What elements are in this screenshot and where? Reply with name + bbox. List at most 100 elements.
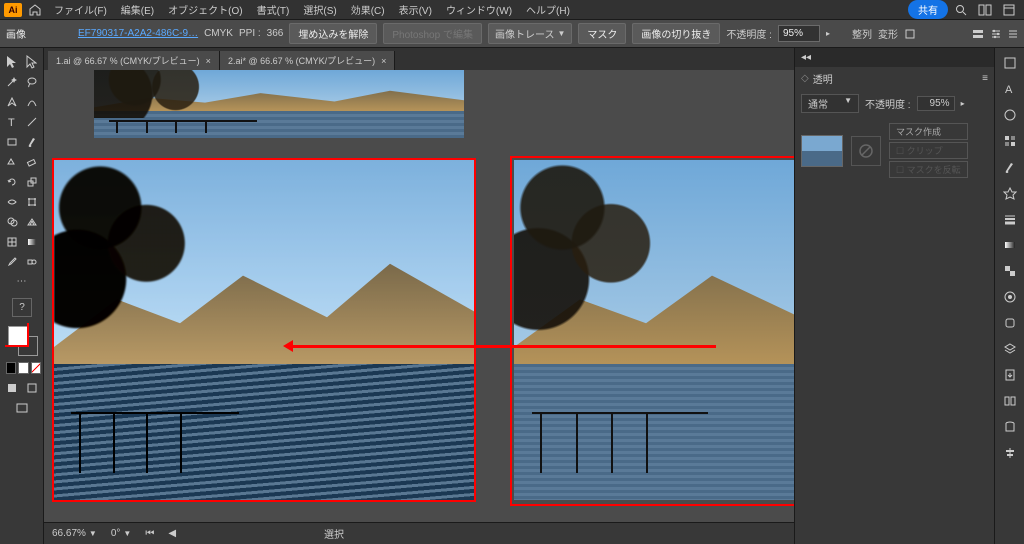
gradient-mode-icon[interactable] xyxy=(18,362,28,374)
more-tools-icon[interactable]: ⋯ xyxy=(2,272,41,291)
selection-tool[interactable] xyxy=(2,52,21,71)
fill-stroke-swatches[interactable] xyxy=(2,324,41,360)
brushes-panel-icon[interactable] xyxy=(1001,158,1019,176)
ppi-value: 366 xyxy=(267,28,284,39)
panel-opacity-field[interactable]: 95% xyxy=(917,96,955,111)
graphic-styles-icon[interactable] xyxy=(1001,314,1019,332)
color-mode-icon[interactable] xyxy=(6,362,16,374)
preferences-icon[interactable] xyxy=(990,28,1002,40)
eraser-tool[interactable] xyxy=(22,152,41,171)
document-tab-2[interactable]: 2.ai* @ 66.67 % (CMYK/プレビュー) × xyxy=(220,51,395,70)
symbols-panel-icon[interactable] xyxy=(1001,184,1019,202)
shape-builder-tool[interactable] xyxy=(2,212,21,231)
paintbrush-tool[interactable] xyxy=(22,132,41,151)
magic-wand-tool[interactable] xyxy=(2,72,21,91)
type-tool[interactable]: T xyxy=(2,112,21,131)
appearance-panel-icon[interactable] xyxy=(1001,288,1019,306)
search-icon[interactable] xyxy=(950,2,972,18)
panel-menu-icon[interactable] xyxy=(1008,28,1018,40)
artboard-nav-prev[interactable]: ◀ xyxy=(168,528,176,539)
unembed-button[interactable]: 埋め込みを解除 xyxy=(289,23,377,44)
gradient-tool[interactable] xyxy=(22,232,41,251)
none-mode-icon[interactable] xyxy=(31,362,41,374)
menu-file[interactable]: ファイル(F) xyxy=(48,0,113,20)
menu-view[interactable]: 表示(V) xyxy=(393,0,438,20)
help-icon[interactable]: ? xyxy=(12,298,32,317)
menu-help[interactable]: ヘルプ(H) xyxy=(520,0,576,20)
rotate-tool[interactable] xyxy=(2,172,21,191)
rectangle-tool[interactable] xyxy=(2,132,21,151)
swatches-panel-icon[interactable] xyxy=(1001,132,1019,150)
blend-mode-dropdown[interactable]: 通常▼ xyxy=(801,94,859,113)
rotation-dropdown[interactable]: 0°▼ xyxy=(111,528,131,539)
transform-panel-icon[interactable] xyxy=(904,28,916,40)
image-trace-label: 画像トレース xyxy=(495,26,555,41)
layers-panel-icon[interactable] xyxy=(1001,340,1019,358)
libraries-panel-icon[interactable] xyxy=(1001,418,1019,436)
linked-file-name[interactable]: EF790317-A2A2-486C-9… xyxy=(78,28,198,39)
menu-type[interactable]: 書式(T) xyxy=(251,0,296,20)
text-styles-icon[interactable]: A xyxy=(1001,80,1019,98)
panel-collapse-icon[interactable]: ◂◂ xyxy=(801,52,811,63)
transparency-panel-icon[interactable] xyxy=(1001,262,1019,280)
arrange-documents-icon[interactable] xyxy=(974,2,996,18)
workspace-icon[interactable] xyxy=(998,2,1020,18)
object-thumbnail[interactable] xyxy=(801,135,843,167)
curvature-tool[interactable] xyxy=(22,92,41,111)
chevron-down-icon: ▼ xyxy=(557,29,565,38)
mask-thumbnail[interactable] xyxy=(851,136,881,166)
make-mask-button[interactable]: マスク作成 xyxy=(889,123,968,140)
menu-window[interactable]: ウィンドウ(W) xyxy=(440,0,518,20)
control-bar: 画像 EF790317-A2A2-486C-9… CMYK PPI : 366 … xyxy=(0,20,1024,48)
line-tool[interactable] xyxy=(22,112,41,131)
align-panel-icon[interactable] xyxy=(1001,444,1019,462)
app-logo: Ai xyxy=(4,3,22,17)
zoom-dropdown[interactable]: 66.67%▼ xyxy=(52,528,97,539)
draw-normal-icon[interactable] xyxy=(2,378,21,397)
pen-tool[interactable] xyxy=(2,92,21,111)
lasso-tool[interactable] xyxy=(22,72,41,91)
isolation-mode-icon[interactable] xyxy=(972,28,984,40)
artboard-right[interactable] xyxy=(514,160,794,500)
document-tab-1[interactable]: 1.ai @ 66.67 % (CMYK/プレビュー) × xyxy=(48,51,220,70)
panel-tab-transparency[interactable]: 透明 xyxy=(813,71,833,86)
blend-tool[interactable] xyxy=(22,252,41,271)
mask-button[interactable]: マスク xyxy=(578,23,626,44)
direct-selection-tool[interactable] xyxy=(22,52,41,71)
home-icon[interactable] xyxy=(24,2,46,18)
menu-select[interactable]: 選択(S) xyxy=(297,0,342,20)
scale-tool[interactable] xyxy=(22,172,41,191)
menu-edit[interactable]: 編集(E) xyxy=(115,0,160,20)
artboards-panel-icon[interactable] xyxy=(1001,392,1019,410)
draw-behind-icon[interactable] xyxy=(22,378,41,397)
screen-mode-icon[interactable] xyxy=(2,398,41,417)
gradient-panel-icon[interactable] xyxy=(1001,236,1019,254)
menu-effect[interactable]: 効果(C) xyxy=(345,0,391,20)
panel-menu-icon[interactable]: ≡ xyxy=(982,73,988,84)
crop-image-button[interactable]: 画像の切り抜き xyxy=(632,23,720,44)
perspective-grid-tool[interactable] xyxy=(22,212,41,231)
properties-panel-icon[interactable] xyxy=(1001,54,1019,72)
color-panel-icon[interactable] xyxy=(1001,106,1019,124)
ppi-label: PPI : xyxy=(239,28,261,39)
artboard-left[interactable] xyxy=(54,160,474,500)
mesh-tool[interactable] xyxy=(2,232,21,251)
placed-image-top[interactable] xyxy=(94,70,464,138)
free-transform-tool[interactable] xyxy=(22,192,41,211)
width-tool[interactable] xyxy=(2,192,21,211)
eyedropper-tool[interactable] xyxy=(2,252,21,271)
canvas[interactable] xyxy=(44,70,794,522)
artboard-nav-first[interactable]: ⏮ xyxy=(145,528,154,539)
shaper-tool[interactable] xyxy=(2,152,21,171)
close-icon[interactable]: × xyxy=(381,56,386,66)
asset-export-icon[interactable] xyxy=(1001,366,1019,384)
opacity-chevron-icon[interactable]: ▸ xyxy=(826,29,830,38)
stroke-panel-icon[interactable] xyxy=(1001,210,1019,228)
share-button[interactable]: 共有 xyxy=(908,0,948,19)
opacity-field[interactable]: 95% xyxy=(778,25,820,42)
fill-swatch[interactable] xyxy=(8,326,28,346)
image-trace-dropdown[interactable]: 画像トレース ▼ xyxy=(488,23,572,44)
menu-object[interactable]: オブジェクト(O) xyxy=(162,0,248,20)
chevron-right-icon[interactable]: ▸ xyxy=(961,99,965,108)
close-icon[interactable]: × xyxy=(206,56,211,66)
